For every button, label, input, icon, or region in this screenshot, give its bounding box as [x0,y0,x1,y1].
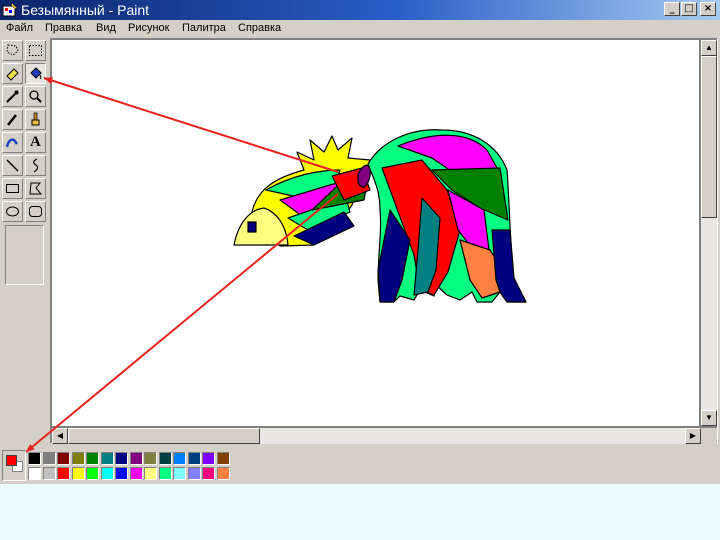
line-icon [6,159,19,172]
menu-view[interactable]: Вид [96,21,116,36]
color-swatch[interactable] [115,467,128,480]
color-swatch[interactable] [158,452,172,465]
eraser-icon [6,68,19,81]
color-swatch[interactable] [115,452,128,465]
text-icon: A [30,134,41,150]
color-swatch[interactable] [100,452,114,465]
color-swatch[interactable] [187,467,201,480]
pick-color-tool[interactable] [2,86,23,107]
color-swatch[interactable] [86,467,99,480]
fill-bucket-icon [30,67,42,80]
rectangle-tool[interactable] [2,178,23,199]
drawing-canvas[interactable] [52,40,699,426]
maximize-button[interactable]: □ [681,2,697,16]
minimize-button[interactable]: _ [664,2,680,16]
menu-edit[interactable]: Правка [45,21,82,36]
vertical-scroll-thumb[interactable] [701,56,717,218]
menu-help[interactable]: Справка [238,21,281,36]
menu-bar: Файл Правка Вид Рисунок Палитра Справка [0,20,720,38]
window-title: Безымянный - Paint [21,2,150,18]
color-swatch[interactable] [57,452,70,465]
color-swatch[interactable] [144,467,157,480]
magnifier-icon [29,90,42,103]
scroll-left-icon[interactable]: ◀ [52,428,68,444]
free-select-icon [6,44,19,56]
scrollbar-corner [701,428,717,444]
current-colors [2,450,26,481]
color-swatch[interactable] [129,467,143,480]
eyedropper-icon [6,90,19,103]
color-swatch[interactable] [187,452,201,465]
menu-file[interactable]: Файл [6,21,33,36]
color-swatch[interactable] [28,452,41,465]
text-tool[interactable]: A [25,132,46,153]
horizontal-scrollbar[interactable]: ◀ ▶ [52,428,701,444]
curve-icon [33,158,39,173]
color-swatch[interactable] [202,452,215,465]
color-swatch[interactable] [216,467,230,480]
rounded-rect-tool[interactable] [25,201,46,222]
color-swatch[interactable] [173,452,186,465]
color-swatch[interactable] [42,452,56,465]
menu-colors[interactable]: Палитра [182,21,226,36]
polygon-icon [29,182,43,195]
color-swatch[interactable] [28,467,41,480]
polygon-tool[interactable] [25,178,46,199]
color-swatch[interactable] [57,467,70,480]
fill-tool[interactable] [25,63,46,84]
fish-drawing [233,129,527,303]
scroll-right-icon[interactable]: ▶ [685,428,701,444]
rectangle-icon [6,184,19,193]
close-button[interactable]: × [700,2,716,16]
title-bar[interactable]: Безымянный - Paint _ □ × [0,0,720,20]
menu-image[interactable]: Рисунок [128,21,170,36]
paint-app-icon [2,2,18,17]
brush-icon [31,112,40,126]
rect-select-tool[interactable] [25,40,46,61]
scroll-down-icon[interactable]: ▼ [701,410,717,426]
ellipse-tool[interactable] [2,201,23,222]
line-tool[interactable] [2,155,23,176]
curve-tool[interactable] [25,155,46,176]
vertical-scrollbar[interactable]: ▲ ▼ [701,40,717,426]
color-swatch[interactable] [216,452,230,465]
paint-window: Безымянный - Paint _ □ × Файл Правка Вид… [0,0,720,484]
tool-options-box[interactable] [5,225,44,285]
color-swatch[interactable] [129,452,143,465]
color-swatch[interactable] [202,467,215,480]
rounded-rect-icon [29,206,42,217]
color-swatch[interactable] [71,452,85,465]
color-swatch[interactable] [144,452,157,465]
eraser-tool[interactable] [2,63,23,84]
free-form-select-tool[interactable] [2,40,23,61]
magnifier-tool[interactable] [25,86,46,107]
color-swatch[interactable] [71,467,85,480]
color-swatch[interactable] [173,467,186,480]
color-swatch[interactable] [86,452,99,465]
brush-tool[interactable] [25,109,46,130]
color-swatch[interactable] [158,467,172,480]
horizontal-scroll-thumb[interactable] [68,428,260,444]
foreground-color[interactable] [6,455,17,466]
color-swatch[interactable] [42,467,56,480]
pencil-icon [7,114,17,126]
ellipse-icon [6,206,19,217]
rect-select-icon [29,45,42,56]
pencil-tool[interactable] [2,109,23,130]
scroll-up-icon[interactable]: ▲ [701,40,717,56]
color-swatch[interactable] [100,467,114,480]
airbrush-icon [5,138,18,148]
airbrush-tool[interactable] [2,132,23,153]
